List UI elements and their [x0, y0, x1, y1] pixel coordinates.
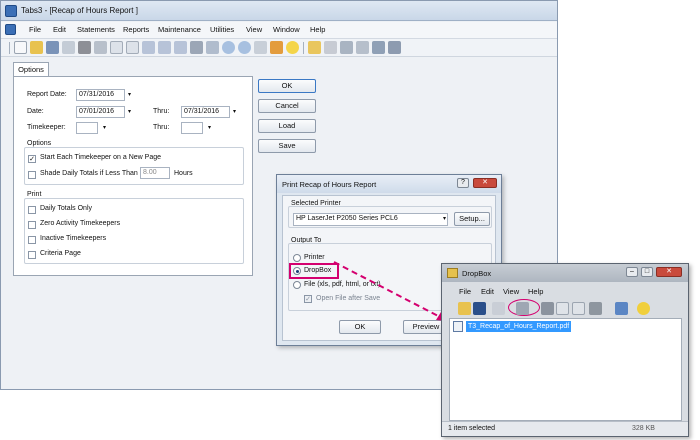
status-size: 328 KB	[632, 425, 655, 432]
dropbox-window: DropBox – □ ✕ File Edit View Help T3_Rec…	[441, 263, 689, 437]
pdf-file-icon	[453, 321, 463, 332]
dropbox-menu-bar: File Edit View Help	[442, 286, 688, 298]
dropbox-status-bar: 1 item selected 328 KB	[442, 421, 688, 436]
dropbox-title: DropBox	[462, 269, 492, 278]
dropbox-menu-edit[interactable]: Edit	[481, 287, 494, 296]
save-icon[interactable]	[473, 302, 486, 315]
dashed-connector	[333, 261, 443, 319]
open-folder-icon[interactable]	[458, 302, 471, 315]
dropbox-title-bar: DropBox – □ ✕	[442, 264, 688, 282]
cut-icon[interactable]	[541, 302, 554, 315]
minimize-icon[interactable]: –	[626, 267, 638, 277]
status-text: 1 item selected	[448, 425, 496, 432]
close-icon[interactable]: ✕	[656, 267, 682, 277]
dropbox-menu-view[interactable]: View	[503, 287, 519, 296]
dropbox-menu-file[interactable]: File	[459, 287, 471, 296]
upload-icon[interactable]	[516, 302, 529, 315]
folder-icon	[447, 268, 458, 278]
view-icon[interactable]	[615, 302, 628, 315]
maximize-icon[interactable]: □	[641, 267, 653, 277]
dropbox-file-list: T3_Recap_of_Hours_Report.pdf	[449, 318, 682, 421]
delete-icon[interactable]	[589, 302, 602, 315]
dropbox-menu-help[interactable]: Help	[528, 287, 543, 296]
connect-icon[interactable]	[492, 302, 505, 315]
copy-icon[interactable]	[556, 302, 569, 315]
dropbox-toolbar	[442, 299, 688, 318]
file-item[interactable]: T3_Recap_of_Hours_Report.pdf	[466, 321, 572, 332]
help-icon[interactable]	[637, 302, 650, 315]
paste-icon[interactable]	[572, 302, 585, 315]
